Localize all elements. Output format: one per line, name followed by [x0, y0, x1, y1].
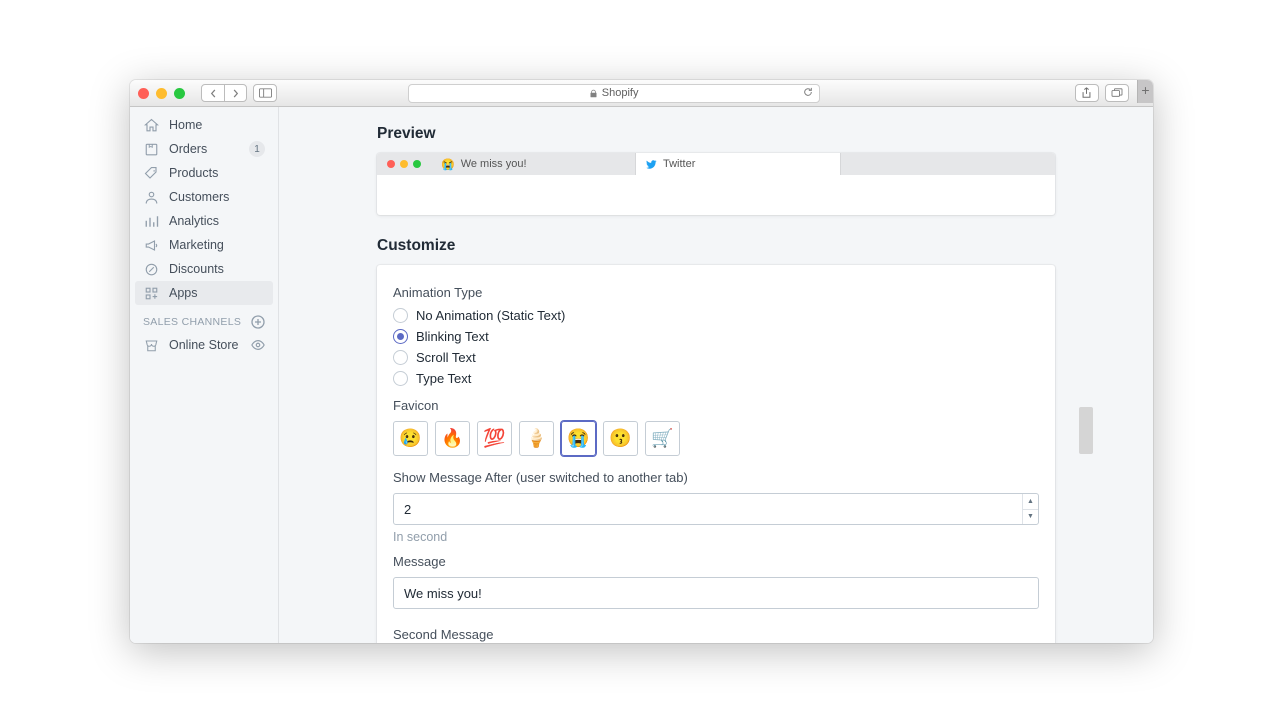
apps-icon — [143, 285, 159, 301]
sidebar-item-label: Orders — [169, 142, 207, 156]
sidebar-item-orders[interactable]: Orders 1 — [135, 137, 273, 161]
shopify-sidebar: Home Orders 1 Products Customers Analyti… — [130, 107, 279, 643]
sidebar-item-marketing[interactable]: Marketing — [135, 233, 273, 257]
refresh-icon[interactable] — [803, 87, 813, 100]
animation-type-group: No Animation (Static Text) Blinking Text… — [393, 308, 1039, 386]
app-body: Home Orders 1 Products Customers Analyti… — [130, 107, 1153, 643]
twitter-icon — [646, 159, 657, 170]
animation-type-label: Animation Type — [393, 285, 1039, 300]
scrollbar-thumb[interactable] — [1079, 407, 1093, 454]
radio-scroll-text[interactable]: Scroll Text — [393, 350, 1039, 365]
share-button[interactable] — [1075, 84, 1099, 102]
sidebar-item-label: Home — [169, 118, 202, 132]
customize-title: Customize — [377, 237, 1055, 255]
second-message-label: Second Message — [393, 627, 1039, 642]
sidebar-item-label: Marketing — [169, 238, 224, 252]
delay-label: Show Message After (user switched to ano… — [393, 470, 1039, 485]
url-bar[interactable]: Shopify — [408, 84, 820, 103]
favicon-label: Favicon — [393, 398, 1039, 413]
favicon-option-kiss[interactable]: 😗 — [603, 421, 638, 456]
preview-title: Preview — [377, 125, 1055, 143]
delay-helper: In second — [393, 530, 1039, 544]
sidebar-item-home[interactable]: Home — [135, 113, 273, 137]
view-store-button[interactable] — [251, 338, 265, 352]
sidebar-item-analytics[interactable]: Analytics — [135, 209, 273, 233]
message-input[interactable] — [393, 577, 1039, 609]
sidebar-item-label: Analytics — [169, 214, 219, 228]
preview-tab-favicon: 😭 — [441, 158, 455, 171]
favicon-option-fire[interactable]: 🔥 — [435, 421, 470, 456]
number-spinner: ▲ ▼ — [1022, 494, 1038, 524]
new-tab-button[interactable]: + — [1137, 80, 1153, 103]
products-icon — [143, 165, 159, 181]
message-label: Message — [393, 554, 1039, 569]
preview-tab-active[interactable]: Twitter — [636, 153, 841, 175]
sidebar-item-discounts[interactable]: Discounts — [135, 257, 273, 281]
home-icon — [143, 117, 159, 133]
spinner-up[interactable]: ▲ — [1022, 494, 1038, 509]
favicon-option-icecream[interactable]: 🍦 — [519, 421, 554, 456]
lock-icon — [589, 89, 598, 98]
customize-card: Animation Type No Animation (Static Text… — [377, 265, 1055, 643]
online-store-icon — [143, 337, 159, 353]
browser-mock-tabbar: 😭 We miss you! Twitter — [377, 153, 1055, 175]
sidebar-item-label: Discounts — [169, 262, 224, 276]
delay-input[interactable] — [393, 493, 1039, 525]
minimize-window-button[interactable] — [156, 88, 167, 99]
preview-tab-inactive[interactable]: 😭 We miss you! — [431, 153, 636, 175]
traffic-lights — [138, 88, 185, 99]
sidebar-item-products[interactable]: Products — [135, 161, 273, 185]
browser-mock: 😭 We miss you! Twitter — [377, 153, 1055, 215]
nav-back-forward — [201, 84, 247, 102]
sidebar-item-label: Customers — [169, 190, 229, 204]
favicon-option-cry[interactable]: 😢 — [393, 421, 428, 456]
close-window-button[interactable] — [138, 88, 149, 99]
favicon-option-cart[interactable]: 🛒 — [645, 421, 680, 456]
tabs-button[interactable] — [1105, 84, 1129, 102]
safari-window: Shopify + Home Orders 1 — [130, 80, 1153, 643]
main-content: Preview 😭 We miss you! — [279, 107, 1153, 643]
maximize-window-button[interactable] — [174, 88, 185, 99]
favicon-option-sob[interactable]: 😭 — [561, 421, 596, 456]
orders-badge: 1 — [249, 141, 265, 157]
radio-label: Blinking Text — [416, 329, 489, 344]
radio-label: Type Text — [416, 371, 471, 386]
back-button[interactable] — [202, 85, 224, 101]
customers-icon — [143, 189, 159, 205]
radio-blinking-text[interactable]: Blinking Text — [393, 329, 1039, 344]
radio-no-animation[interactable]: No Animation (Static Text) — [393, 308, 1039, 323]
discounts-icon — [143, 261, 159, 277]
sidebar-item-online-store[interactable]: Online Store — [135, 333, 273, 357]
preview-card: 😭 We miss you! Twitter — [377, 153, 1055, 215]
sidebar-item-label: Apps — [169, 286, 198, 300]
spinner-down[interactable]: ▼ — [1022, 509, 1038, 525]
url-text: Shopify — [602, 87, 639, 99]
radio-label: Scroll Text — [416, 350, 476, 365]
orders-icon — [143, 141, 159, 157]
sidebar-item-customers[interactable]: Customers — [135, 185, 273, 209]
add-channel-button[interactable] — [251, 315, 265, 329]
radio-label: No Animation (Static Text) — [416, 308, 565, 323]
mock-traffic-lights — [377, 153, 431, 175]
sidebar-toggle-button[interactable] — [253, 84, 277, 102]
preview-tab-label: We miss you! — [461, 158, 527, 170]
toolbar-right: + — [1075, 84, 1145, 102]
radio-type-text[interactable]: Type Text — [393, 371, 1039, 386]
sidebar-item-label: Online Store — [169, 338, 238, 352]
favicon-picker: 😢 🔥 💯 🍦 😭 😗 🛒 — [393, 421, 1039, 456]
favicon-option-hundred[interactable]: 💯 — [477, 421, 512, 456]
preview-tab-label: Twitter — [663, 158, 695, 170]
analytics-icon — [143, 213, 159, 229]
safari-toolbar: Shopify + — [130, 80, 1153, 107]
forward-button[interactable] — [224, 85, 246, 101]
section-header-label: SALES CHANNELS — [143, 316, 241, 328]
sales-channels-header: SALES CHANNELS — [135, 305, 273, 333]
sidebar-item-label: Products — [169, 166, 218, 180]
marketing-icon — [143, 237, 159, 253]
sidebar-item-apps[interactable]: Apps — [135, 281, 273, 305]
